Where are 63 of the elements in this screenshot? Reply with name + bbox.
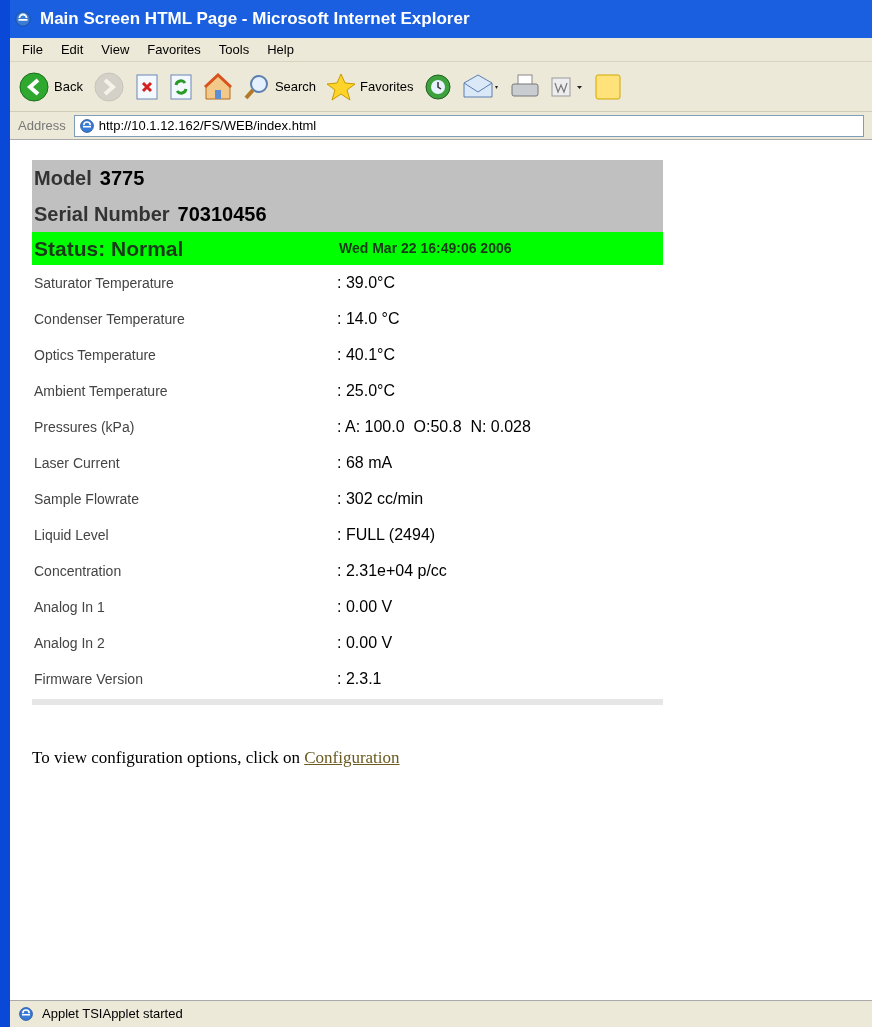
reading-name: Pressures (kPa)	[34, 417, 136, 437]
menu-item[interactable]: File	[22, 39, 43, 60]
reading-value: : 68 mA	[337, 453, 393, 473]
reading-value: : 0.00 V	[337, 597, 393, 617]
reading-name: Analog In 2	[34, 633, 106, 653]
serial-label: Serial Number	[34, 202, 170, 227]
word-button[interactable]	[549, 74, 584, 99]
serial-number: 70310456	[177, 202, 267, 227]
favorites-button[interactable]: Favorites	[326, 71, 414, 102]
browser-icon	[14, 10, 32, 28]
reading-name: Liquid Level	[34, 525, 110, 545]
clock-icon	[423, 72, 452, 101]
home-button[interactable]	[202, 72, 233, 101]
refresh-button[interactable]	[168, 72, 193, 101]
model-label: Model	[34, 166, 92, 191]
reading-name: Sample Flowrate	[34, 489, 141, 509]
reading-value: : 2.3.1	[337, 669, 382, 689]
back-button[interactable]: Back	[18, 70, 83, 103]
configuration-link[interactable]: Configuration	[304, 748, 400, 767]
note-icon	[593, 72, 622, 101]
reading-name: Laser Current	[34, 453, 121, 473]
address-label: Address	[18, 116, 66, 135]
reading-name: Optics Temperature	[34, 345, 157, 365]
status-text: Status: Normal	[34, 235, 185, 262]
document-icon	[549, 74, 584, 99]
reading-value: : FULL (2494)	[337, 525, 436, 545]
search-icon	[242, 72, 271, 101]
refresh-icon	[168, 72, 193, 101]
reading-value: : 2.31e+04 p/cc	[337, 561, 447, 581]
reading-name: Saturator Temperature	[34, 273, 175, 293]
mail-button[interactable]	[461, 72, 500, 101]
house-icon	[202, 72, 233, 101]
reading-value: : 302 cc/min	[337, 489, 424, 509]
address-field[interactable]: http://10.1.12.162/FS/WEB/index.html	[73, 114, 864, 137]
config-instruction: To view configuration options, click on Configuration	[32, 747, 401, 769]
reading-name: Firmware Version	[34, 669, 144, 689]
reading-name: Concentration	[34, 561, 123, 581]
reading-value: : A: 100.0 O:50.8 N: 0.028	[337, 417, 531, 437]
menu-item[interactable]: Tools	[218, 39, 250, 60]
page-icon	[18, 1006, 34, 1022]
stop-button[interactable]	[134, 72, 159, 101]
reading-value: : 14.0 °C	[337, 309, 400, 329]
window-title: Main Screen HTML Page - Microsoft Internet Explorer	[40, 8, 470, 31]
reading-name: Condenser Temperature	[34, 309, 186, 329]
menu-item[interactable]: Help	[267, 39, 294, 60]
reading-value: : 25.0°C	[337, 381, 395, 401]
status-message: Applet TSIApplet started	[42, 1005, 183, 1024]
page-icon	[78, 117, 95, 134]
reading-value: : 39.0°C	[337, 273, 395, 293]
reading-name: Ambient Temperature	[34, 381, 169, 401]
history-button[interactable]	[423, 72, 452, 101]
timestamp: Wed Mar 22 16:49:06 2006	[339, 239, 512, 258]
reading-value: : 40.1°C	[337, 345, 395, 365]
model-number: 3775	[99, 166, 145, 191]
envelope-icon	[461, 72, 500, 101]
menu-item[interactable]: Edit	[60, 39, 84, 60]
reading-value: : 0.00 V	[337, 633, 393, 653]
star-icon	[326, 71, 357, 102]
search-button[interactable]: Search	[242, 72, 317, 101]
reading-name: Analog In 1	[34, 597, 106, 617]
menu-item[interactable]: View	[101, 39, 130, 60]
stop-icon	[134, 72, 159, 101]
menu-item[interactable]: Favorites	[147, 39, 201, 60]
